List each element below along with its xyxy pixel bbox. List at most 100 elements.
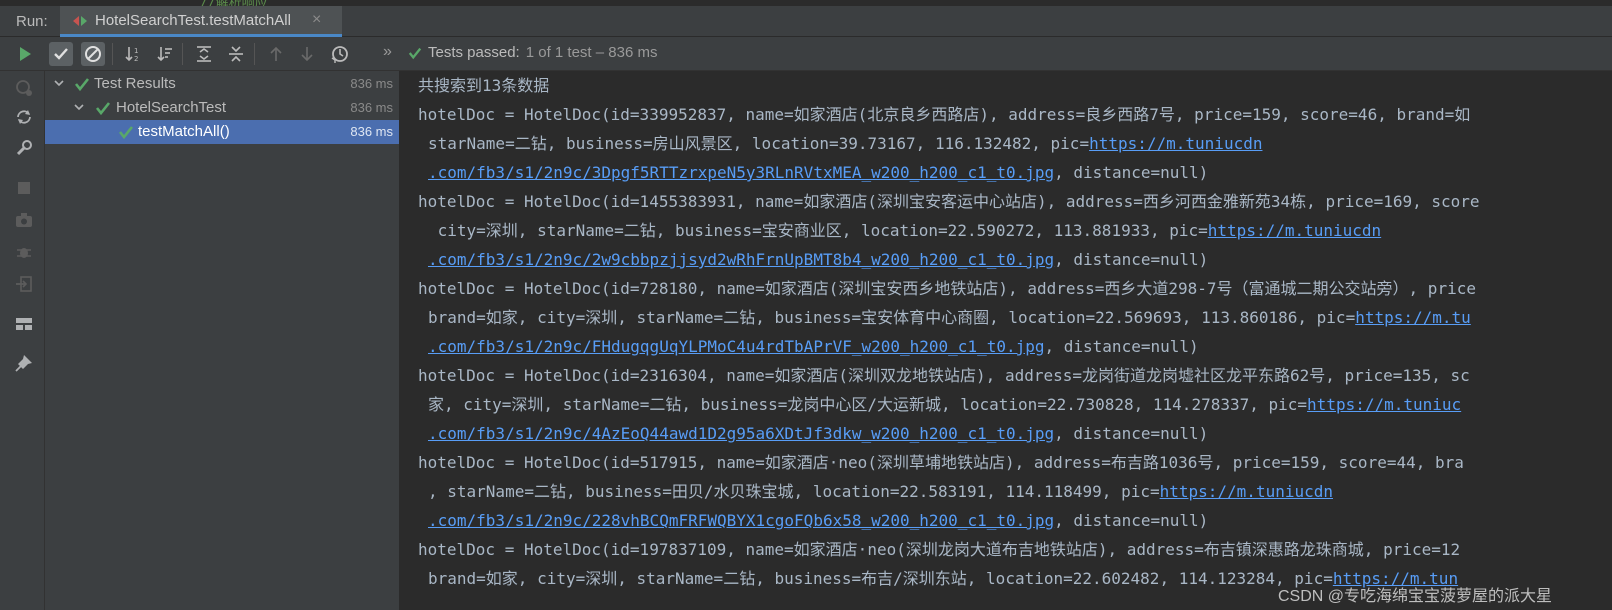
collapse-all-icon	[229, 46, 243, 62]
duration: 836 ms	[350, 124, 393, 139]
console-line: brand=如家, city=深圳, starName=二钻, business…	[428, 303, 1471, 332]
tree-row-testmatchall[interactable]: testMatchAll() 836 ms	[45, 120, 399, 144]
console-text: , distance=null)	[1054, 511, 1209, 530]
more-actions-icon[interactable]: »	[383, 43, 392, 61]
clock-icon	[331, 46, 348, 63]
image-link[interactable]: https://m.tu	[1355, 308, 1471, 327]
wrench-icon[interactable]	[14, 138, 34, 158]
expand-all-button[interactable]	[192, 42, 216, 66]
play-icon	[20, 47, 31, 61]
console-line-summary: 共搜索到13条数据	[418, 76, 550, 95]
console-text: , distance=null)	[1054, 250, 1209, 269]
chevron-down-icon[interactable]	[53, 77, 65, 89]
expand-all-icon	[197, 46, 211, 62]
console-line: 家, city=深圳, starName=二钻, business=龙岗中心区/…	[428, 390, 1461, 419]
stop-icon[interactable]	[14, 178, 34, 198]
arrow-up-icon	[270, 46, 282, 61]
console-line: hotelDoc = HotelDoc(id=2316304, name=如家酒…	[418, 366, 1470, 385]
toggle-auto-test-icon[interactable]	[14, 107, 34, 127]
toolbar-divider	[182, 43, 183, 65]
show-ignored-toggle[interactable]	[81, 42, 105, 66]
console-line: hotelDoc = HotelDoc(id=197837109, name=如…	[418, 540, 1461, 559]
console-text: , distance=null)	[1044, 337, 1199, 356]
console-line: , starName=二钻, business=田贝/水贝珠宝城, locati…	[428, 477, 1333, 506]
console-output[interactable]: 共搜索到13条数据 hotelDoc = HotelDoc(id=3399528…	[401, 71, 1612, 610]
image-link[interactable]: .com/fb3/s1/2n9c/3Dpgf5RTTzrxpeN5y3RLnRV…	[428, 163, 1054, 182]
previous-failed-button[interactable]	[264, 42, 288, 66]
console-line: .com/fb3/s1/2n9c/FHdugqgUqYLPMoC4u4rdTbA…	[428, 332, 1199, 361]
console-text: starName=二钻, business=房山风景区, location=39…	[428, 134, 1090, 153]
image-link[interactable]: .com/fb3/s1/2n9c/228vhBCQmFRFWQBYX1cgoFQ…	[428, 511, 1054, 530]
image-link[interactable]: .com/fb3/s1/2n9c/4AzEoQ44awd1D2g95a6XDtJ…	[428, 424, 1054, 443]
console-line: .com/fb3/s1/2n9c/4AzEoQ44awd1D2g95a6XDtJ…	[428, 419, 1208, 448]
console-line: city=深圳, starName=二钻, business=宝安商业区, lo…	[428, 216, 1382, 245]
check-icon	[54, 48, 68, 60]
svg-text:1: 1	[134, 47, 138, 55]
test-runner-toolbar: 12 » Tests passed: 1 of 1 test – 836 ms	[0, 37, 1612, 71]
image-link[interactable]: https://m.tuniucdn	[1208, 221, 1381, 240]
run-tab-title: HotelSearchTest.testMatchAll	[95, 12, 291, 29]
image-link[interactable]: https://m.tuniucdn	[1089, 134, 1262, 153]
image-link[interactable]: https://m.tuniucdn	[1160, 482, 1333, 501]
tree-label: HotelSearchTest	[116, 99, 227, 116]
rerun-failed-icon[interactable]	[14, 78, 34, 98]
status-detail: 1 of 1 test – 836 ms	[525, 44, 658, 61]
layout-icon[interactable]	[14, 314, 34, 334]
console-text: 家, city=深圳, starName=二钻, business=龙岗中心区/…	[428, 395, 1308, 414]
image-link[interactable]: https://m.tuniuc	[1307, 395, 1461, 414]
toolbar-divider	[254, 43, 255, 65]
sort-duration-icon	[157, 47, 172, 62]
console-text: city=深圳, starName=二钻, business=宝安商业区, lo…	[428, 221, 1208, 240]
passed-check-icon	[95, 102, 111, 116]
console-text: brand=如家, city=深圳, starName=二钻, business…	[428, 569, 1333, 588]
console-line: starName=二钻, business=房山风景区, location=39…	[428, 129, 1262, 158]
ignored-icon	[85, 46, 101, 62]
close-tab-icon[interactable]: ×	[312, 11, 321, 29]
debug-icon[interactable]	[14, 242, 34, 262]
console-line: hotelDoc = HotelDoc(id=1455383931, name=…	[418, 192, 1480, 211]
toolbar-divider	[112, 43, 113, 65]
run-label: Run:	[16, 13, 48, 30]
console-line: hotelDoc = HotelDoc(id=728180, name=如家酒店…	[418, 279, 1476, 298]
pin-icon[interactable]	[14, 353, 34, 373]
tree-row-hotelsearchtest[interactable]: HotelSearchTest 836 ms	[45, 96, 399, 120]
tree-label: testMatchAll()	[138, 123, 230, 140]
passed-check-icon	[118, 126, 134, 140]
sort-by-duration-button[interactable]	[153, 42, 177, 66]
console-line: .com/fb3/s1/2n9c/3Dpgf5RTTzrxpeN5y3RLnRV…	[428, 158, 1208, 187]
console-line: hotelDoc = HotelDoc(id=517915, name=如家酒店…	[418, 453, 1464, 472]
chevron-down-icon[interactable]	[73, 101, 85, 113]
image-link[interactable]: .com/fb3/s1/2n9c/2w9cbbpzjjsyd2wRhFrnUpB…	[428, 250, 1054, 269]
svg-text:2: 2	[134, 55, 138, 63]
tree-label: Test Results	[94, 75, 176, 92]
watermark: CSDN @专吃海绵宝宝菠萝屋的派大星	[1277, 588, 1552, 605]
run-tab[interactable]: HotelSearchTest.testMatchAll ×	[60, 6, 342, 37]
duration: 836 ms	[350, 100, 393, 115]
run-side-toolbar	[0, 71, 45, 610]
tree-row-test-results[interactable]: Test Results 836 ms	[45, 72, 399, 96]
sort-alpha-icon: 12	[125, 47, 138, 63]
console-text: , starName=二钻, business=田贝/水贝珠宝城, locati…	[428, 482, 1160, 501]
run-panel-header: Run: HotelSearchTest.testMatchAll ×	[0, 6, 1612, 37]
junit-run-icon	[73, 16, 87, 26]
console-line: hotelDoc = HotelDoc(id=339952837, name=如…	[418, 105, 1471, 124]
console-text: , distance=null)	[1054, 163, 1209, 182]
exit-icon[interactable]	[14, 274, 34, 294]
rerun-button[interactable]	[13, 42, 37, 66]
test-history-button[interactable]	[328, 42, 352, 66]
next-failed-button[interactable]	[295, 42, 319, 66]
console-line: .com/fb3/s1/2n9c/2w9cbbpzjjsyd2wRhFrnUpB…	[428, 245, 1208, 274]
passed-check-icon	[408, 47, 422, 59]
arrow-down-icon	[301, 47, 313, 62]
console-text: brand=如家, city=深圳, starName=二钻, business…	[428, 308, 1356, 327]
duration: 836 ms	[350, 76, 393, 91]
image-link[interactable]: .com/fb3/s1/2n9c/FHdugqgUqYLPMoC4u4rdTbA…	[428, 337, 1045, 356]
camera-icon[interactable]	[14, 210, 34, 230]
test-results-tree: Test Results 836 ms HotelSearchTest 836 …	[45, 71, 400, 610]
sort-alphabetically-button[interactable]: 12	[121, 42, 145, 66]
passed-check-icon	[74, 78, 90, 92]
test-status: Tests passed: 1 of 1 test – 836 ms	[408, 44, 657, 61]
show-passed-toggle[interactable]	[49, 42, 73, 66]
collapse-all-button[interactable]	[224, 42, 248, 66]
console-line: .com/fb3/s1/2n9c/228vhBCQmFRFWQBYX1cgoFQ…	[428, 506, 1208, 535]
